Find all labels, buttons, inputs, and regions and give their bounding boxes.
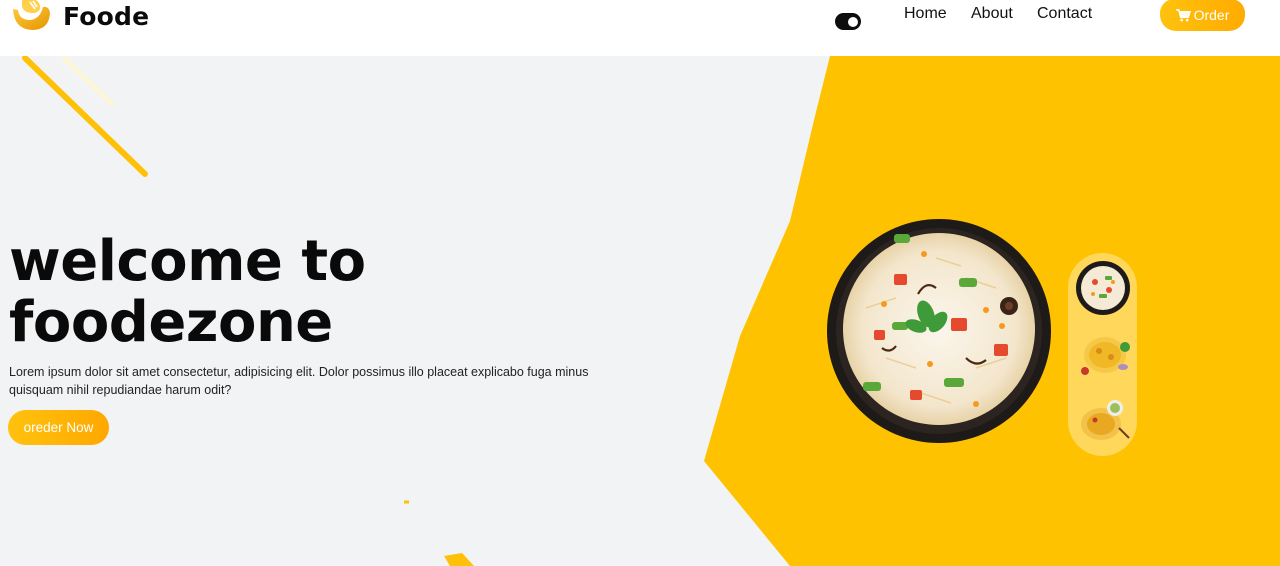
biryani-bowl-image <box>827 219 1051 443</box>
theme-toggle-icon <box>848 16 858 27</box>
dish-thumbnail-rail <box>1068 253 1137 456</box>
logo-icon <box>13 0 50 30</box>
theme-toggle[interactable] <box>835 13 861 30</box>
nav-contact[interactable]: Contact <box>1037 5 1092 23</box>
hero-section: welcome to foodezone Lorem ipsum dolor s… <box>0 56 1280 566</box>
hero-title: welcome to foodezone <box>9 231 569 353</box>
top-header: Foode Home About Contact Order <box>0 0 1280 56</box>
nav-about[interactable]: About <box>971 5 1013 23</box>
hero-title-line1: welcome to <box>9 229 366 294</box>
order-button-label: Order <box>1193 7 1230 23</box>
dish-thumbnail-3[interactable] <box>1075 394 1131 450</box>
hero-title-line2: foodezone <box>9 290 333 355</box>
cart-icon <box>1175 8 1191 21</box>
hero-description: Lorem ipsum dolor sit amet consectetur, … <box>9 365 589 397</box>
nav-home[interactable]: Home <box>904 5 947 23</box>
dish-thumbnail-1[interactable] <box>1075 260 1131 316</box>
page: Foode Home About Contact Order welcome t… <box>0 0 1280 566</box>
brand-name: Foode <box>63 1 150 31</box>
order-button[interactable]: Order <box>1160 0 1245 31</box>
dish-thumbnail-2[interactable] <box>1075 327 1131 383</box>
order-now-button[interactable]: oreder Now <box>8 410 109 445</box>
brand-logo[interactable]: Foode <box>10 0 149 32</box>
